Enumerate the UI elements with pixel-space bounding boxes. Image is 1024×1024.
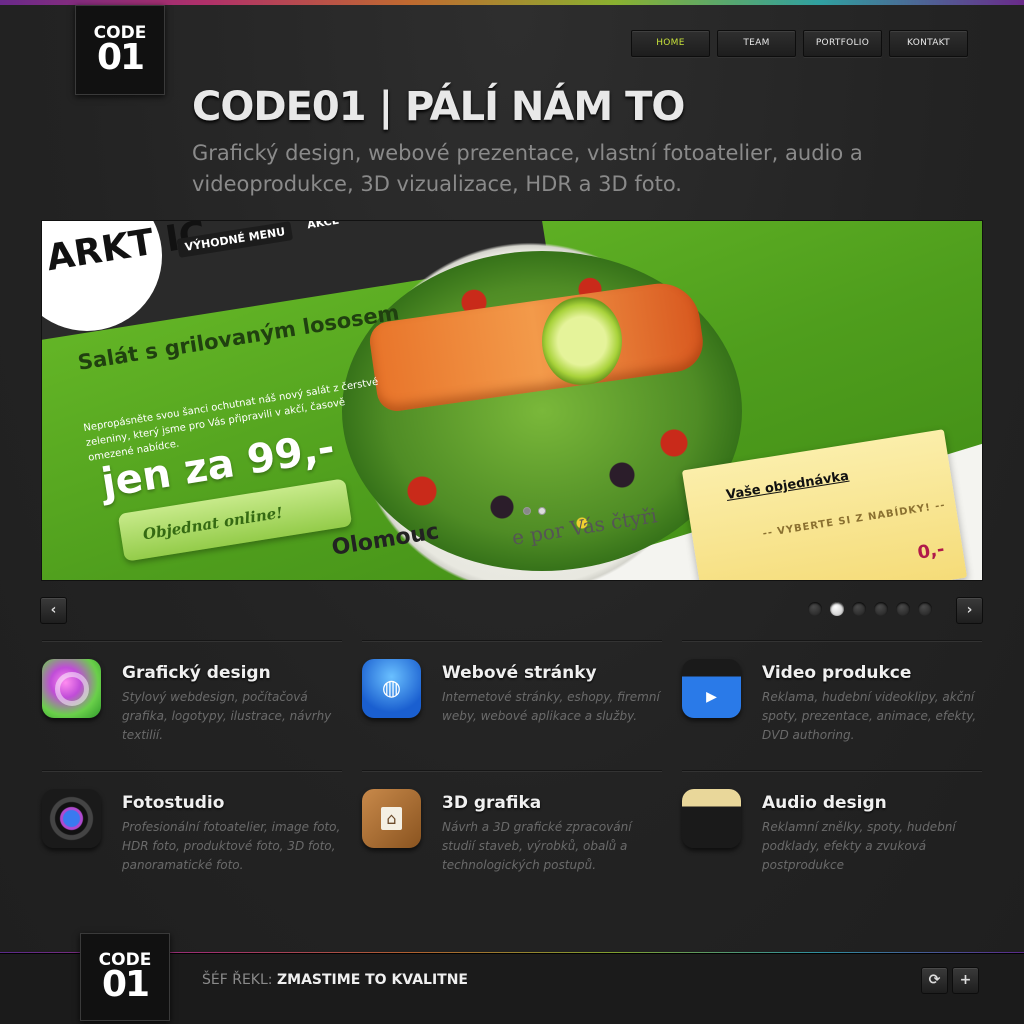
pager-dot[interactable] — [896, 602, 910, 616]
add-quote-button[interactable]: + — [952, 967, 979, 994]
service-3d[interactable]: ⌂ 3D grafika Návrh a 3D grafické zpracov… — [362, 770, 662, 880]
clapperboard-icon: ▶ — [682, 659, 741, 718]
slider-prev-button[interactable]: ‹ — [40, 597, 67, 624]
service-desc: Reklamní znělky, spoty, hudební podklady… — [762, 820, 956, 872]
note-subtitle: -- VYBERTE SI Z NABÍDKY! -- — [761, 499, 947, 540]
refresh-quote-button[interactable]: ⟳ — [921, 967, 948, 994]
footer-quote: ZMASTIME TO KVALITNE — [277, 972, 468, 988]
service-web[interactable]: ◍ Webové stránky Internetové stránky, es… — [362, 640, 662, 750]
lime-image — [542, 296, 622, 386]
logo-line2: 01 — [101, 963, 150, 1005]
service-desc: Návrh a 3D grafické zpracování studií st… — [442, 820, 632, 872]
chevron-right-icon: › — [966, 602, 973, 618]
nav-home[interactable]: HOME — [631, 30, 710, 57]
plus-icon: + — [959, 972, 972, 988]
pager-dot[interactable] — [918, 602, 932, 616]
service-title: Fotostudio — [122, 793, 225, 813]
footer-logo[interactable]: CODE 01 — [80, 933, 170, 1021]
slide-inner-dots — [523, 507, 546, 515]
footer-label: ŠÉF ŘEKL: — [202, 972, 273, 988]
globe-icon: ◍ — [362, 659, 421, 718]
slide-inner-dot — [538, 507, 546, 515]
service-graphic-design[interactable]: Grafický design Stylový webdesign, počít… — [42, 640, 342, 750]
service-title: 3D grafika — [442, 793, 542, 813]
service-title: Video produkce — [762, 663, 912, 683]
pager-dot[interactable] — [874, 602, 888, 616]
page-title: CODE01 | PÁLÍ NÁM TO — [192, 84, 685, 130]
service-title: Audio design — [762, 793, 887, 813]
refresh-icon: ⟳ — [928, 972, 941, 988]
graphic-design-icon — [42, 659, 101, 718]
main-nav: HOME TEAM PORTFOLIO KONTAKT — [631, 30, 968, 57]
slider-next-button[interactable]: › — [956, 597, 983, 624]
slide-inner-dot — [523, 507, 531, 515]
tagline: Grafický design, webové prezentace, vlas… — [192, 141, 863, 196]
nav-team[interactable]: TEAM — [717, 30, 796, 57]
chevron-left-icon: ‹ — [50, 602, 57, 618]
image-slider[interactable]: ARKT IC VÝHODNÉ MENU AKCE BAGETY Salát s… — [41, 220, 983, 581]
nav-kontakt[interactable]: KONTAKT — [889, 30, 968, 57]
nav-portfolio[interactable]: PORTFOLIO — [803, 30, 882, 57]
amplifier-icon — [682, 789, 741, 848]
logo[interactable]: CODE 01 — [75, 5, 165, 95]
camera-icon — [42, 789, 101, 848]
service-photo[interactable]: Fotostudio Profesionální fotoatelier, im… — [42, 770, 342, 880]
service-desc: Internetové stránky, eshopy, firemní web… — [442, 690, 660, 723]
service-title: Grafický design — [122, 663, 271, 683]
service-video[interactable]: ▶ Video produkce Reklama, hudební videok… — [682, 640, 982, 750]
pager-dot-active[interactable] — [830, 602, 844, 616]
logo-line2: 01 — [96, 36, 145, 78]
note-price: 0,- — [916, 538, 946, 564]
note-title: Vaše objednávka — [725, 468, 850, 503]
service-title: Webové stránky — [442, 663, 597, 683]
service-desc: Stylový webdesign, počítačová grafika, l… — [122, 690, 332, 742]
service-audio[interactable]: Audio design Reklamní znělky, spoty, hud… — [682, 770, 982, 880]
slider-pager — [808, 602, 932, 616]
pager-dot[interactable] — [852, 602, 866, 616]
service-desc: Profesionální fotoatelier, image foto, H… — [122, 820, 341, 872]
pager-dot[interactable] — [808, 602, 822, 616]
house-icon: ⌂ — [362, 789, 421, 848]
service-desc: Reklama, hudební videoklipy, akční spoty… — [762, 690, 977, 742]
